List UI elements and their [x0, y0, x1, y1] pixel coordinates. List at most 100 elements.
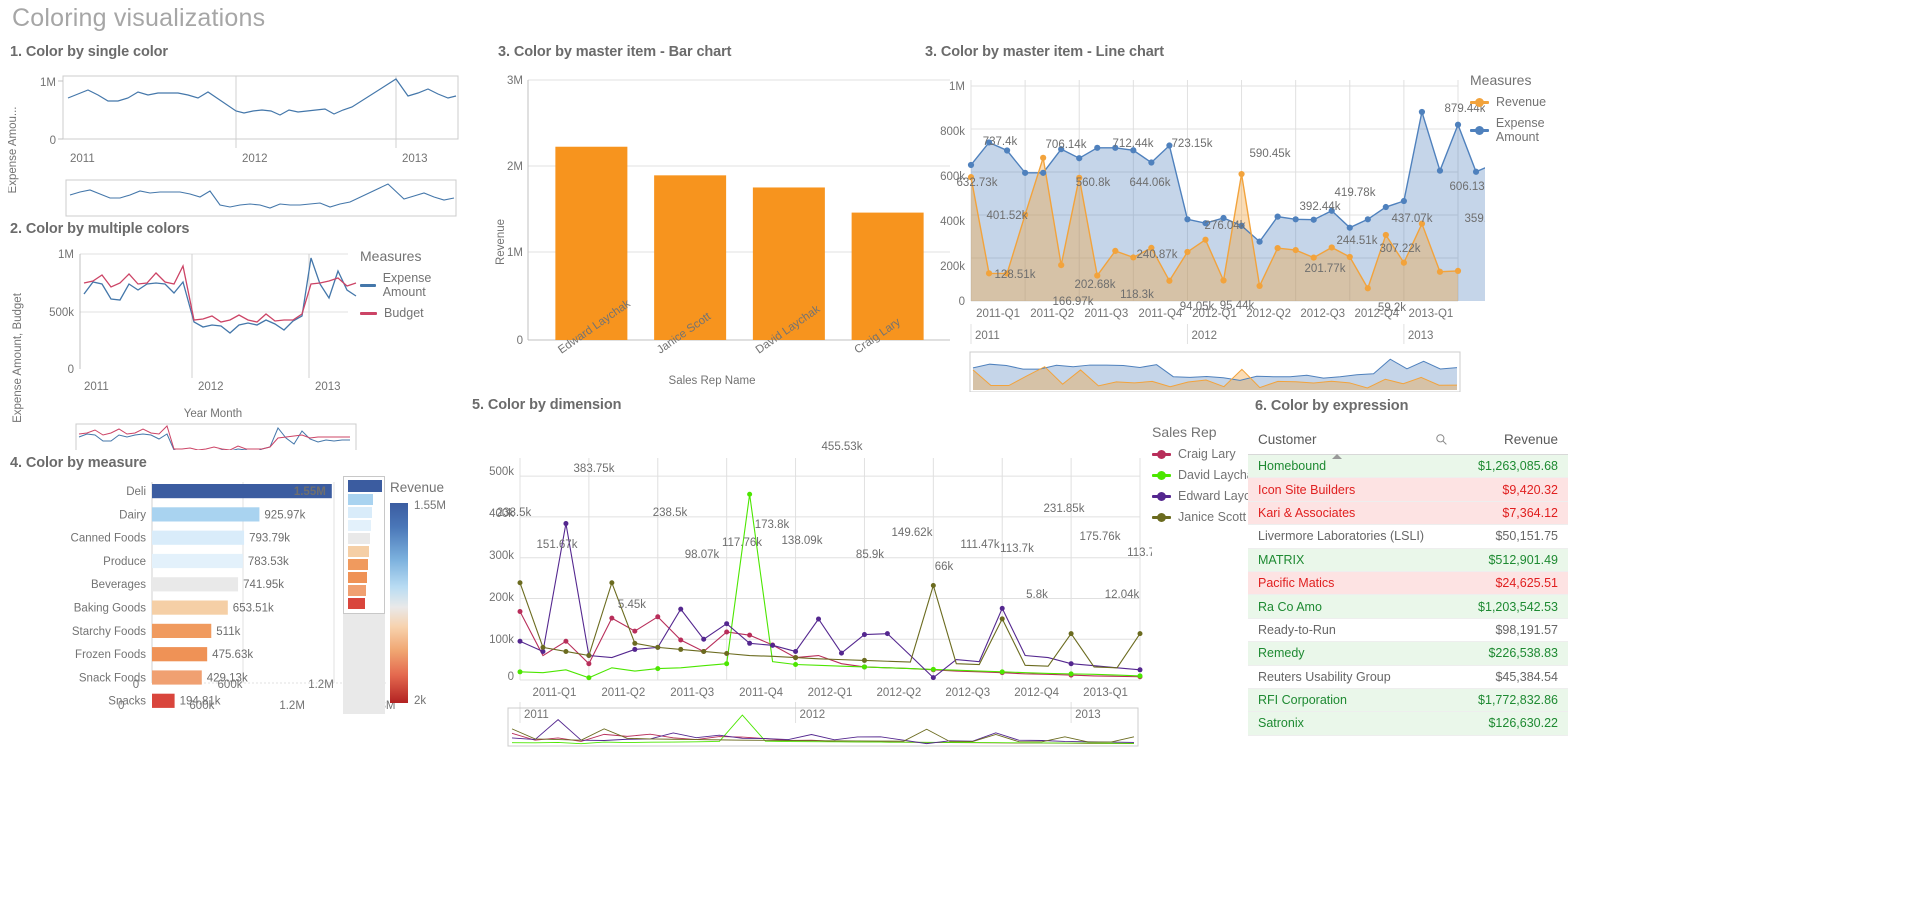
table-cell-customer[interactable]: Ready-to-Run	[1248, 623, 1456, 637]
chart-3-point[interactable]	[1419, 109, 1425, 115]
chart-3-point[interactable]	[1076, 155, 1082, 161]
table-cell-revenue[interactable]: $9,420.32	[1456, 483, 1568, 497]
chart-5-point[interactable]	[1069, 631, 1074, 636]
chart-5-point[interactable]	[1138, 673, 1143, 678]
table-row[interactable]: Ready-to-Run$98,191.57	[1248, 619, 1568, 642]
chart-5-point[interactable]	[839, 651, 844, 656]
chart-3-point[interactable]	[1311, 217, 1317, 223]
chart-5-point[interactable]	[540, 645, 545, 650]
chart-3-point[interactable]	[1220, 277, 1226, 283]
chart-2-legend-item-budget[interactable]: Budget	[360, 306, 470, 320]
chart-3-line-svg[interactable]: 1M 800k 600k 400k 200k 0 632.73k737.4k40…	[925, 62, 1485, 392]
table-body[interactable]: Homebound$1,263,085.68Icon Site Builders…	[1248, 455, 1568, 736]
chart-3-point[interactable]	[1184, 249, 1190, 255]
table-cell-customer[interactable]: Ra Co Amo	[1248, 600, 1456, 614]
table-row[interactable]: Livermore Laboratories (LSLI)$50,151.75	[1248, 525, 1568, 548]
table-cell-customer[interactable]: RFI Corporation	[1248, 693, 1456, 707]
revenue-table[interactable]: Customer Revenue Homebound$1,263,085.68I…	[1248, 424, 1568, 736]
chart-3-point[interactable]	[1202, 237, 1208, 243]
chart-3-point[interactable]	[1401, 260, 1407, 266]
chart-5-point[interactable]	[724, 661, 729, 666]
chart-3-point[interactable]	[1437, 269, 1443, 275]
chart-3-point[interactable]	[1148, 159, 1154, 165]
table-cell-customer[interactable]: Reuters Usability Group	[1248, 670, 1456, 684]
chart-3-point[interactable]	[1293, 216, 1299, 222]
chart-5-point[interactable]	[862, 632, 867, 637]
chart-3-point[interactable]	[1473, 169, 1479, 175]
table-cell-revenue[interactable]: $45,384.54	[1456, 670, 1568, 684]
chart-4-bar[interactable]	[152, 577, 238, 591]
chart-1-svg[interactable]: Expense Amou... 1M 0 2011 2012 2013	[8, 62, 468, 217]
chart-5-point[interactable]	[747, 633, 752, 638]
table-cell-revenue[interactable]: $24,625.51	[1456, 576, 1568, 590]
chart-5-point[interactable]	[1138, 667, 1143, 672]
table-cell-customer[interactable]: Pacific Matics	[1248, 576, 1456, 590]
chart-5-point[interactable]	[816, 617, 821, 622]
chart-3-point[interactable]	[986, 270, 992, 276]
chart-3-point[interactable]	[1347, 254, 1353, 260]
chart-4[interactable]: Deli1.55MDairy925.97kCanned Foods793.79k…	[8, 478, 388, 718]
table-row[interactable]: Homebound$1,263,085.68	[1248, 455, 1568, 478]
chart-3-point[interactable]	[1401, 198, 1407, 204]
chart-3-point[interactable]	[968, 162, 974, 168]
chart-3-point[interactable]	[1004, 147, 1010, 153]
chart-5-point[interactable]	[862, 664, 867, 669]
chart-2-legend-item-expense[interactable]: Expense Amount	[360, 271, 470, 299]
chart-5-point[interactable]	[609, 580, 614, 585]
chart-5-point[interactable]	[655, 645, 660, 650]
table-cell-customer[interactable]: MATRIX	[1248, 553, 1456, 567]
table-row[interactable]: Remedy$226,538.83	[1248, 642, 1568, 665]
table-cell-revenue[interactable]: $126,630.22	[1456, 716, 1568, 730]
chart-5-point[interactable]	[518, 580, 523, 585]
table-row[interactable]: MATRIX$512,901.49	[1248, 549, 1568, 572]
chart-5-point[interactable]	[931, 583, 936, 588]
chart-3-bar[interactable]	[654, 175, 726, 340]
table-cell-revenue[interactable]: $1,772,832.86	[1456, 693, 1568, 707]
chart-5-point[interactable]	[1069, 671, 1074, 676]
chart-4-svg[interactable]: Deli1.55MDairy925.97kCanned Foods793.79k…	[8, 478, 388, 718]
chart-3-point[interactable]	[1275, 245, 1281, 251]
table-cell-revenue[interactable]: $98,191.57	[1456, 623, 1568, 637]
table-row[interactable]: Ra Co Amo$1,203,542.53	[1248, 595, 1568, 618]
chart-3-point[interactable]	[1058, 262, 1064, 268]
chart-3-point[interactable]	[1455, 268, 1461, 274]
chart-5-lines[interactable]	[518, 492, 1143, 680]
chart-4-bar[interactable]	[152, 531, 244, 545]
search-icon[interactable]	[1435, 433, 1448, 446]
chart-3-point[interactable]	[1094, 145, 1100, 151]
chart-5-point[interactable]	[701, 637, 706, 642]
chart-4-bar[interactable]	[152, 554, 243, 568]
chart-4-bar[interactable]	[152, 670, 202, 684]
chart-5-point[interactable]	[747, 492, 752, 497]
chart-5-point[interactable]	[632, 647, 637, 652]
table-row[interactable]: Reuters Usability Group$45,384.54	[1248, 666, 1568, 689]
chart-5-point[interactable]	[632, 629, 637, 634]
chart-5-point[interactable]	[1069, 661, 1074, 666]
chart-3-point[interactable]	[1184, 216, 1190, 222]
chart-3-point[interactable]	[1383, 204, 1389, 210]
chart-5-point[interactable]	[793, 655, 798, 660]
chart-5-point[interactable]	[931, 667, 936, 672]
chart-4-bar[interactable]	[152, 624, 211, 638]
chart-5-point[interactable]	[862, 658, 867, 663]
table-row[interactable]: Pacific Matics$24,625.51	[1248, 572, 1568, 595]
chart-3-bar-svg[interactable]: Revenue 3M 2M 1M 0 Edward LaychakJanice …	[480, 62, 950, 397]
table-cell-revenue[interactable]: $50,151.75	[1456, 529, 1568, 543]
chart-5-line[interactable]	[520, 612, 1140, 677]
chart-3-line-legend-item-expense[interactable]: Expense Amount	[1470, 116, 1590, 144]
chart-3-point[interactable]	[1256, 239, 1262, 245]
chart-5-point[interactable]	[563, 521, 568, 526]
chart-3-point[interactable]	[1022, 170, 1028, 176]
chart-3-point[interactable]	[1040, 170, 1046, 176]
chart-3-line-legend-item-revenue[interactable]: Revenue	[1470, 95, 1590, 109]
chart-5-point[interactable]	[885, 631, 890, 636]
chart-5-point[interactable]	[770, 643, 775, 648]
table-cell-customer[interactable]: Kari & Associates	[1248, 506, 1456, 520]
chart-3-point[interactable]	[1275, 214, 1281, 220]
chart-1-scrollbar-preview[interactable]	[66, 180, 456, 216]
chart-5-point[interactable]	[793, 662, 798, 667]
table-row[interactable]: Icon Site Builders$9,420.32	[1248, 478, 1568, 501]
column-header-revenue[interactable]: Revenue	[1456, 432, 1568, 447]
table-row[interactable]: Satronix$126,630.22	[1248, 712, 1568, 735]
table-cell-customer[interactable]: Homebound	[1248, 459, 1456, 473]
